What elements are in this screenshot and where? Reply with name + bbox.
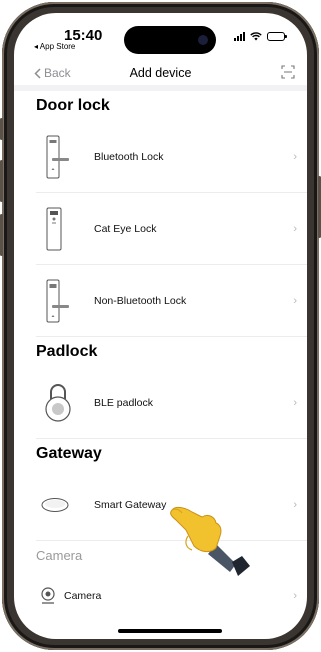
cellular-signal-icon	[234, 32, 245, 41]
list-item-camera[interactable]: Camera ›	[36, 571, 307, 621]
navigation-bar: Back Add device	[14, 63, 307, 85]
side-button	[0, 214, 3, 256]
camera-icon	[41, 587, 55, 604]
list-item-label: BLE padlock	[94, 396, 153, 409]
list-item-non-bluetooth-lock[interactable]: Non-Bluetooth Lock ›	[36, 265, 307, 337]
bluetooth-lock-icon	[46, 135, 69, 178]
smart-gateway-icon	[41, 497, 69, 512]
list-item-label: Cat Eye Lock	[94, 222, 157, 235]
list-item-ble-padlock[interactable]: BLE padlock ›	[36, 367, 307, 439]
list-item-label: Non-Bluetooth Lock	[94, 294, 187, 307]
chevron-right-icon: ›	[293, 294, 297, 307]
side-button	[0, 118, 3, 140]
list-item-label: Smart Gateway	[94, 498, 167, 511]
cat-eye-lock-icon	[46, 207, 62, 250]
section-title-door-lock: Door lock	[36, 97, 110, 114]
home-indicator[interactable]	[118, 629, 222, 633]
section-title-gateway: Gateway	[36, 445, 102, 462]
section-title-padlock: Padlock	[36, 343, 98, 360]
chevron-right-icon: ›	[293, 396, 297, 409]
side-button	[0, 160, 3, 202]
battery-icon	[267, 32, 287, 41]
wifi-icon	[250, 32, 262, 41]
list-item-label: Camera	[64, 590, 102, 602]
list-item-label: Bluetooth Lock	[94, 150, 164, 163]
status-bar: 15:40 ◂ App Store	[14, 13, 307, 63]
chevron-right-icon: ›	[293, 150, 297, 163]
list-item-cat-eye-lock[interactable]: Cat Eye Lock ›	[36, 193, 307, 265]
back-to-app-link[interactable]: ◂ App Store	[34, 42, 75, 51]
status-icons	[234, 32, 287, 41]
dynamic-island	[124, 26, 216, 54]
list-item-bluetooth-lock[interactable]: Bluetooth Lock ›	[36, 121, 307, 193]
padlock-icon	[45, 383, 71, 422]
chevron-right-icon: ›	[293, 590, 297, 602]
chevron-right-icon: ›	[293, 222, 297, 235]
non-bluetooth-lock-icon	[46, 279, 69, 322]
chevron-right-icon: ›	[293, 498, 297, 511]
scan-icon[interactable]	[281, 65, 295, 79]
pointing-hand-icon	[170, 506, 250, 576]
page-title: Add device	[129, 66, 192, 80]
